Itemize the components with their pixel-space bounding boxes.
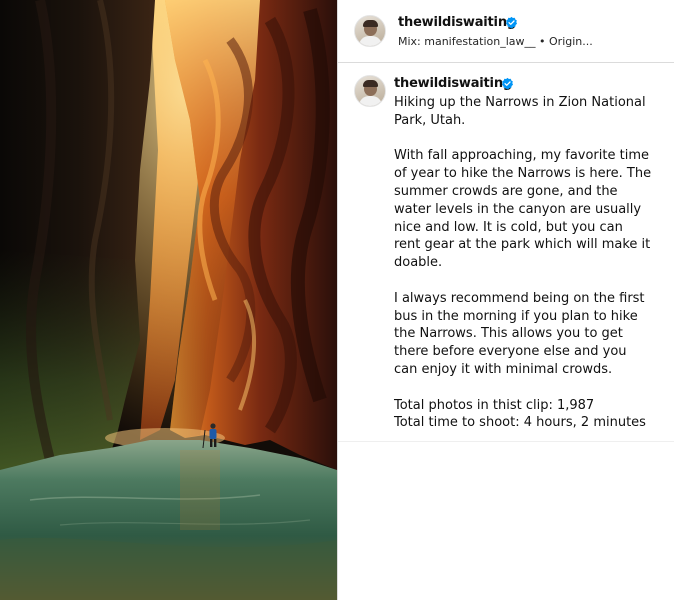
verified-badge-icon	[501, 77, 514, 90]
caption-paragraph: I always recommend being on the first bu…	[394, 290, 645, 377]
canyon-photo	[0, 0, 337, 600]
post-header: thewildiswaiting Mix: manifestation_law_…	[338, 0, 674, 63]
verified-badge-icon	[505, 16, 518, 29]
caption-username-link[interactable]: thewildiswaiting	[394, 76, 512, 91]
caption-comment: thewildiswaiting Hiking up the Narrows i…	[338, 63, 674, 442]
post-panel: thewildiswaiting Mix: manifestation_law_…	[338, 0, 674, 600]
post-media[interactable]	[0, 0, 337, 600]
caption-stat-line: Total photos in thist clip: 1,987	[394, 397, 595, 413]
avatar[interactable]	[354, 15, 386, 47]
header-username-link[interactable]: thewildiswaiting	[398, 15, 516, 30]
caption-text: Hiking up the Narrows in Zion National P…	[394, 94, 652, 432]
caption-paragraph: Hiking up the Narrows in Zion National P…	[394, 95, 646, 128]
audio-attribution-link[interactable]: Mix: manifestation_law__ • Origin...	[398, 35, 593, 48]
post-viewer: thewildiswaiting Mix: manifestation_law_…	[0, 0, 674, 600]
caption-stat-line: Total time to shoot: 4 hours, 2 minutes	[394, 415, 646, 431]
caption-paragraph: With fall approaching, my favorite time …	[394, 148, 652, 271]
caption-avatar[interactable]	[354, 75, 386, 107]
